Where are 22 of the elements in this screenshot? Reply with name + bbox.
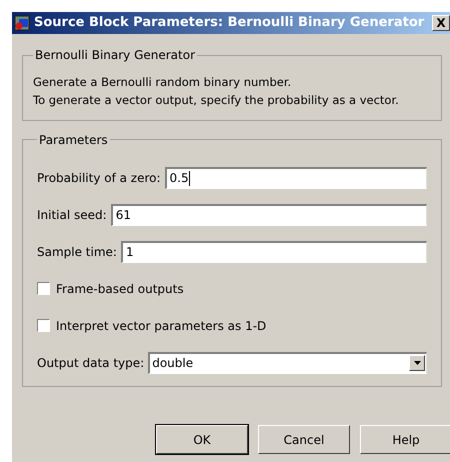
field-label: Probability of a zero: bbox=[37, 170, 161, 186]
field-label: Sample time: bbox=[37, 244, 117, 260]
text-field[interactable]: 61 bbox=[110, 204, 427, 226]
description-text: To generate a vector output, specify the probability as a vector. bbox=[33, 92, 400, 110]
text-field[interactable]: 1 bbox=[120, 240, 427, 262]
dropdown[interactable]: double bbox=[148, 352, 427, 374]
window-title: Source Block Parameters: Bernoulli Binary Generator bbox=[34, 14, 426, 32]
group-title: Bernoulli Binary Generator bbox=[34, 47, 196, 64]
text-field[interactable]: 0.5 bbox=[164, 166, 427, 188]
group-title: Parameters bbox=[38, 132, 109, 148]
checkbox-label: Frame-based outputs bbox=[56, 280, 184, 298]
dialog-button[interactable]: OK bbox=[156, 425, 248, 454]
checkbox[interactable] bbox=[37, 282, 50, 295]
checkbox[interactable] bbox=[37, 319, 50, 332]
checkbox-label: Interpret vector parameters as 1-D bbox=[56, 318, 266, 334]
dialog-button[interactable]: Cancel bbox=[258, 425, 350, 454]
field-label: Initial seed: bbox=[37, 206, 107, 224]
close-button[interactable]: X bbox=[432, 15, 450, 31]
app-icon bbox=[14, 15, 30, 31]
field-label: Output data type: bbox=[37, 354, 144, 372]
description-text: Generate a Bernoulli random binary number. bbox=[33, 74, 292, 91]
dialog-button[interactable]: Help bbox=[360, 425, 450, 454]
